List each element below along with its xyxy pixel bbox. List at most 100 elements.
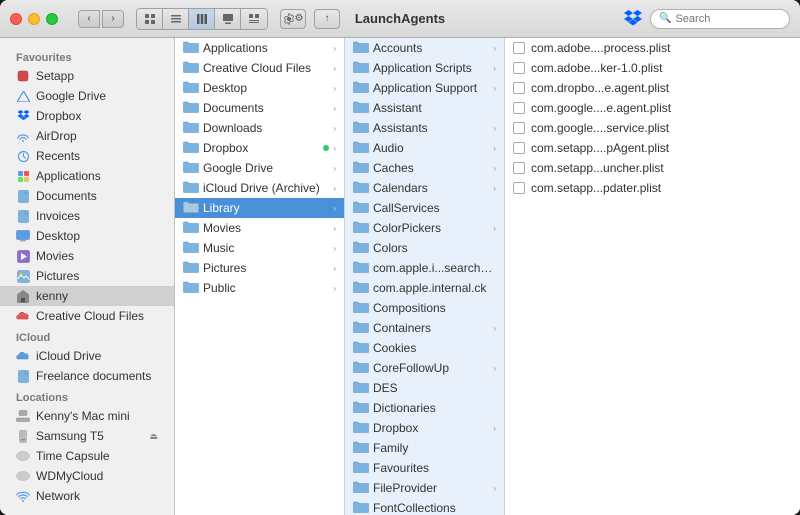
folder-icon (183, 140, 199, 156)
file-item-corefollowup[interactable]: CoreFollowUp › (345, 358, 504, 378)
search-input[interactable] (675, 13, 781, 25)
file-item-creative-cloud[interactable]: Creative Cloud Files › (175, 58, 344, 78)
sidebar-item-documents[interactable]: Documents (0, 186, 174, 206)
checkbox-google-agent[interactable] (513, 102, 525, 114)
plist-setapp-pagent[interactable]: com.setapp....pAgent.plist (505, 138, 800, 158)
plist-setapp-pdater[interactable]: com.setapp...pdater.plist (505, 178, 800, 198)
eject-icon[interactable]: ⏏ (149, 431, 158, 442)
sidebar-item-google-drive[interactable]: Google Drive (0, 86, 174, 106)
minimize-button[interactable] (28, 13, 40, 25)
file-item-containers[interactable]: Containers › (345, 318, 504, 338)
checkbox-setapp-pagent[interactable] (513, 142, 525, 154)
sidebar-item-time-capsule[interactable]: Time Capsule (0, 446, 174, 466)
icon-view-button[interactable] (137, 9, 163, 29)
plist-adobe-process[interactable]: com.adobe....process.plist (505, 38, 800, 58)
desktop-icon (16, 229, 30, 243)
group-view-button[interactable] (241, 9, 267, 29)
file-item-favourites[interactable]: Favourites (345, 458, 504, 478)
sidebar-item-freelance-docs[interactable]: Freelance documents (0, 366, 174, 386)
adobe-ker-name: com.adobe...ker-1.0.plist (531, 61, 792, 75)
gallery-view-button[interactable] (215, 9, 241, 29)
column-view-button[interactable] (189, 9, 215, 29)
file-item-music[interactable]: Music › (175, 238, 344, 258)
sidebar-item-wdmycloud[interactable]: WDMyCloud (0, 466, 174, 486)
file-item-app-scripts[interactable]: Application Scripts › (345, 58, 504, 78)
plist-dropbox-agent[interactable]: com.dropbo...e.agent.plist (505, 78, 800, 98)
file-item-documents[interactable]: Documents › (175, 98, 344, 118)
file-item-library[interactable]: Library › (175, 198, 344, 218)
file-item-public[interactable]: Public › (175, 278, 344, 298)
file-item-downloads[interactable]: Downloads › (175, 118, 344, 138)
file-item-dropbox[interactable]: Dropbox › (175, 138, 344, 158)
checkbox-google-service[interactable] (513, 122, 525, 134)
file-item-assistant[interactable]: Assistant (345, 98, 504, 118)
file-item-des[interactable]: DES (345, 378, 504, 398)
file-item-accounts[interactable]: Accounts › (345, 38, 504, 58)
file-item-cookies[interactable]: Cookies (345, 338, 504, 358)
folder-icon (353, 120, 369, 136)
file-item-google-drive[interactable]: Google Drive › (175, 158, 344, 178)
plist-adobe-ker[interactable]: com.adobe...ker-1.0.plist (505, 58, 800, 78)
sidebar-item-icloud-drive[interactable]: iCloud Drive (0, 346, 174, 366)
sidebar-item-pictures[interactable]: Pictures (0, 266, 174, 286)
sidebar-item-airdrop[interactable]: AirDrop (0, 126, 174, 146)
sidebar-item-invoices[interactable]: Invoices (0, 206, 174, 226)
search-box[interactable]: 🔍 (650, 9, 790, 29)
dropbox-toolbar-icon[interactable] (622, 8, 644, 30)
file-item-icloud-archive[interactable]: iCloud Drive (Archive) › (175, 178, 344, 198)
sidebar: Favourites Setapp Google Drive (0, 38, 175, 515)
sidebar-item-desktop[interactable]: Desktop (0, 226, 174, 246)
sidebar-item-setapp[interactable]: Setapp (0, 66, 174, 86)
sidebar-item-recents[interactable]: Recents (0, 146, 174, 166)
back-button[interactable]: ‹ (78, 10, 100, 28)
file-item-callservices[interactable]: CallServices (345, 198, 504, 218)
sidebar-item-dropbox[interactable]: Dropbox (0, 106, 174, 126)
folder-icon (183, 200, 199, 216)
list-view-button[interactable] (163, 9, 189, 29)
checkbox-adobe-process[interactable] (513, 42, 525, 54)
close-button[interactable] (10, 13, 22, 25)
app-scripts-name: Application Scripts (373, 61, 489, 75)
plist-google-service[interactable]: com.google....service.plist (505, 118, 800, 138)
chevron-icon: › (333, 104, 336, 113)
file-item-caches[interactable]: Caches › (345, 158, 504, 178)
sidebar-item-movies[interactable]: Movies (0, 246, 174, 266)
folder-icon (353, 80, 369, 96)
share-button[interactable]: ↑ (314, 9, 340, 29)
file-item-searchpartyd[interactable]: com.apple.i...searchpartyd (345, 258, 504, 278)
file-item-dictionaries[interactable]: Dictionaries (345, 398, 504, 418)
sidebar-item-creative-cloud-files[interactable]: Creative Cloud Files (0, 306, 174, 326)
forward-button[interactable]: › (102, 10, 124, 28)
file-item-desktop[interactable]: Desktop › (175, 78, 344, 98)
file-item-calendars[interactable]: Calendars › (345, 178, 504, 198)
desktop-name: Desktop (203, 81, 329, 95)
plist-google-agent[interactable]: com.google....e.agent.plist (505, 98, 800, 118)
file-item-dropbox2[interactable]: Dropbox › (345, 418, 504, 438)
plist-setapp-uncher[interactable]: com.setapp...uncher.plist (505, 158, 800, 178)
file-item-app-support[interactable]: Application Support › (345, 78, 504, 98)
file-item-assistants[interactable]: Assistants › (345, 118, 504, 138)
file-item-compositions[interactable]: Compositions (345, 298, 504, 318)
file-item-pictures[interactable]: Pictures › (175, 258, 344, 278)
checkbox-dropbox[interactable] (513, 82, 525, 94)
sidebar-item-applications[interactable]: Applications (0, 166, 174, 186)
file-item-colors[interactable]: Colors (345, 238, 504, 258)
gear-action-button[interactable]: ⚙ (280, 9, 306, 29)
checkbox-setapp-uncher[interactable] (513, 162, 525, 174)
maximize-button[interactable] (46, 13, 58, 25)
sidebar-item-samsung-t5[interactable]: Samsung T5 ⏏ (0, 426, 174, 446)
sidebar-item-kennys-mac[interactable]: Kenny's Mac mini (0, 406, 174, 426)
sidebar-item-network[interactable]: Network (0, 486, 174, 506)
file-item-family[interactable]: Family (345, 438, 504, 458)
checkbox-adobe-ker[interactable] (513, 62, 525, 74)
file-item-movies[interactable]: Movies › (175, 218, 344, 238)
file-item-fileprovider[interactable]: FileProvider › (345, 478, 504, 498)
folder-icon (353, 340, 369, 356)
file-item-colorpickers[interactable]: ColorPickers › (345, 218, 504, 238)
file-item-internal[interactable]: com.apple.internal.ck (345, 278, 504, 298)
file-item-applications[interactable]: Applications › (175, 38, 344, 58)
checkbox-setapp-pdater[interactable] (513, 182, 525, 194)
sidebar-item-kenny[interactable]: kenny (0, 286, 174, 306)
file-item-fontcollections[interactable]: FontCollections (345, 498, 504, 515)
file-item-audio[interactable]: Audio › (345, 138, 504, 158)
